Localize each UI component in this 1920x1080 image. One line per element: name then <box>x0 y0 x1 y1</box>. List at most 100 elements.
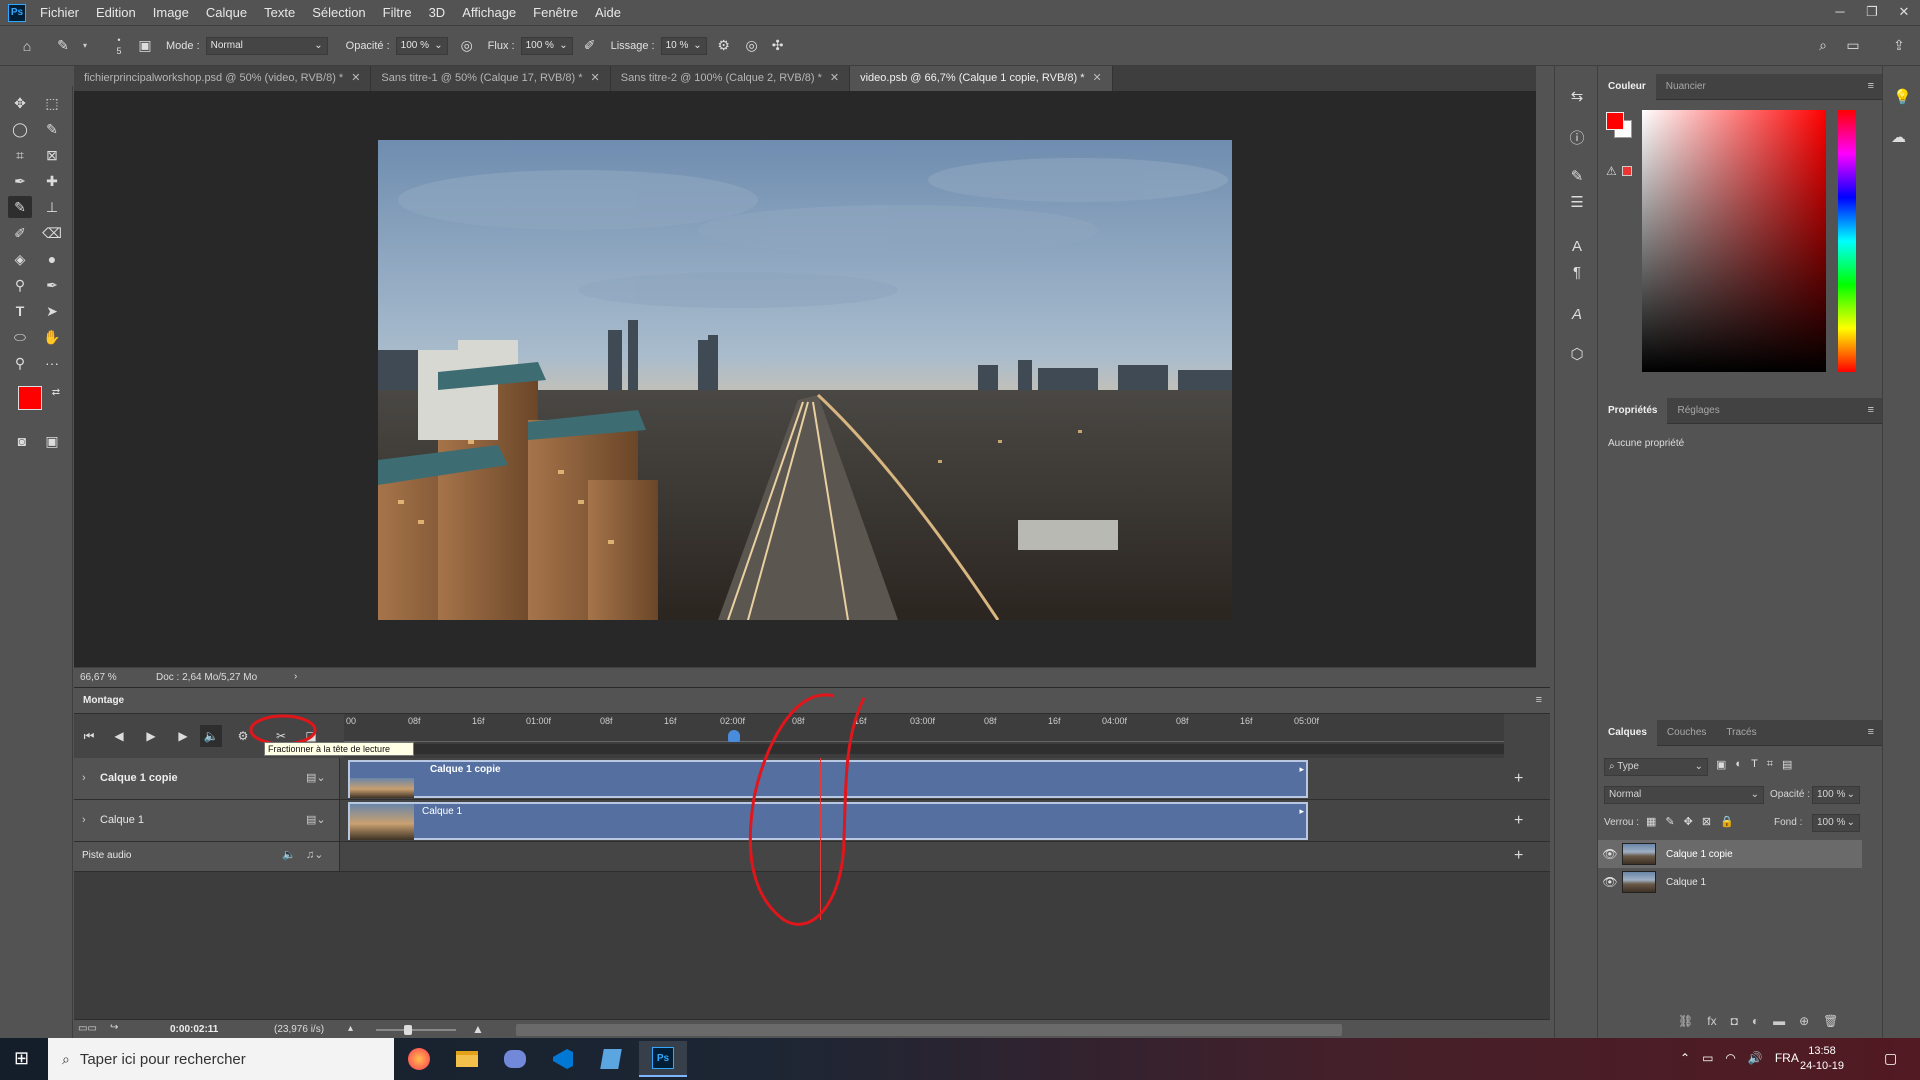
menu-fichier[interactable]: Fichier <box>40 5 79 20</box>
adjustment-layer-icon[interactable]: ◐ <box>1752 1014 1759 1028</box>
menu-filtre[interactable]: Filtre <box>383 5 412 20</box>
type-tool-icon[interactable]: T <box>8 300 32 322</box>
visibility-eye-icon[interactable]: 👁 <box>1598 875 1622 889</box>
stamp-tool-icon[interactable]: ⊥ <box>40 196 64 218</box>
work-area-bar[interactable] <box>344 744 1504 754</box>
gamut-swatch[interactable] <box>1622 166 1632 176</box>
color-field[interactable] <box>1642 110 1826 372</box>
firefox-icon[interactable] <box>395 1041 443 1077</box>
quick-mask-icon[interactable]: ◙ <box>10 430 34 452</box>
tab-proprietes[interactable]: Propriétés <box>1598 397 1668 424</box>
panel-menu-icon[interactable]: ≡ <box>1868 80 1874 92</box>
audio-icon[interactable]: 🔈 <box>200 725 222 747</box>
screen-mode-icon[interactable]: ▣ <box>40 430 64 452</box>
character-icon[interactable]: A <box>1566 236 1588 258</box>
chevron-down-icon[interactable]: ▾ <box>74 41 96 50</box>
pen-tool-icon[interactable]: ✒ <box>40 274 64 296</box>
add-mask-icon[interactable]: ◘ <box>1731 1014 1738 1028</box>
info-icon[interactable]: ⓘ <box>1566 128 1588 150</box>
history-icon[interactable]: ⇆ <box>1566 86 1588 108</box>
panel-menu-icon[interactable]: ≡ <box>1536 694 1542 706</box>
layer-row-calque-1[interactable]: 👁 Calque 1 <box>1598 868 1862 896</box>
status-menu-arrow[interactable]: › <box>294 671 297 682</box>
lock-all-icon[interactable]: 🔒 <box>1720 815 1734 828</box>
layer-filter-select[interactable]: ⌕ Type ⌄ <box>1604 758 1708 776</box>
canvas-area[interactable] <box>74 91 1536 667</box>
volume-icon[interactable]: 🔊 <box>1748 1051 1763 1065</box>
taskbar-search[interactable]: ⌕ Taper ici pour rechercher <box>48 1038 394 1080</box>
close-tab-icon[interactable]: ✕ <box>830 72 839 84</box>
lock-position-icon[interactable]: ✥ <box>1684 815 1693 828</box>
visibility-eye-icon[interactable]: 👁 <box>1598 847 1622 861</box>
tab-sans-titre-1[interactable]: Sans titre-1 @ 50% (Calque 17, RVB/8) * ✕ <box>371 66 611 91</box>
adjustment-filter-icon[interactable]: ◐ <box>1735 758 1742 771</box>
timeline-title[interactable]: Montage <box>83 695 124 706</box>
close-window-button[interactable]: ✕ <box>1888 0 1920 24</box>
gear-icon[interactable]: ⚙ <box>232 725 254 747</box>
menu-calque[interactable]: Calque <box>206 5 247 20</box>
tab-reglages[interactable]: Réglages <box>1667 398 1729 424</box>
pixel-filter-icon[interactable]: ▣ <box>1716 758 1726 771</box>
brush-preset-picker[interactable]: • 5 <box>104 35 134 57</box>
lock-pixels-icon[interactable]: ✎ <box>1665 815 1674 828</box>
zoom-slider[interactable] <box>376 1029 456 1031</box>
foreground-color-swatch[interactable] <box>18 386 42 410</box>
film-icon[interactable]: ▤⌄ <box>306 771 326 784</box>
canvas-image[interactable] <box>378 140 1232 620</box>
tab-couleur[interactable]: Couleur <box>1598 73 1656 100</box>
panel-menu-icon[interactable]: ≡ <box>1868 726 1874 738</box>
track-calque-1[interactable]: › Calque 1 ▤⌄ Calque 1 ▸ + <box>74 800 1550 842</box>
foreground-swatch[interactable] <box>1606 112 1624 130</box>
search-icon[interactable]: ⌕ <box>1812 37 1834 54</box>
expand-chevron-icon[interactable]: › <box>82 772 86 784</box>
opacity-field[interactable]: 100 % ⌄ <box>395 36 448 55</box>
paragraph-icon[interactable]: ¶ <box>1566 262 1588 284</box>
layer-row-calque-1-copie[interactable]: 👁 Calque 1 copie <box>1598 840 1862 868</box>
new-group-icon[interactable]: ▬ <box>1773 1014 1785 1028</box>
first-frame-icon[interactable]: ⏮ <box>78 725 100 747</box>
paint-bucket-icon[interactable]: ◈ <box>8 248 32 270</box>
play-icon[interactable]: ▶ <box>140 725 162 747</box>
lock-artboard-icon[interactable]: ⊠ <box>1702 815 1711 828</box>
battery-icon[interactable]: ▭ <box>1702 1051 1713 1065</box>
3d-icon[interactable]: ⬡ <box>1566 344 1588 366</box>
zoom-out-icon[interactable]: ▴ <box>348 1023 353 1034</box>
shape-filter-icon[interactable]: ⌗ <box>1767 758 1773 771</box>
menu-selection[interactable]: Sélection <box>312 5 365 20</box>
fill-field[interactable]: 100 % ⌄ <box>1812 814 1860 832</box>
panel-menu-icon[interactable]: ≡ <box>1868 404 1874 416</box>
adjustments-icon[interactable]: ☰ <box>1566 192 1588 214</box>
minimize-button[interactable]: ─ <box>1824 0 1856 24</box>
next-frame-icon[interactable]: ▶ <box>172 725 194 747</box>
music-note-icon[interactable]: ♫⌄ <box>306 848 323 861</box>
horizontal-scrollbar[interactable] <box>516 1024 1342 1036</box>
add-media-button[interactable]: + <box>1514 812 1523 830</box>
windows-start-icon[interactable]: ⊞ <box>14 1048 29 1069</box>
shape-tool-icon[interactable]: ⬭ <box>8 326 32 348</box>
language-indicator[interactable]: FRA <box>1775 1051 1799 1065</box>
move-tool-icon[interactable]: ✥ <box>8 92 32 114</box>
menu-image[interactable]: Image <box>153 5 189 20</box>
pressure-size-icon[interactable]: ◎ <box>741 37 763 54</box>
audio-track[interactable]: Piste audio 🔈 ♫⌄ + <box>74 842 1550 872</box>
workspace-icon[interactable]: ▭ <box>1842 37 1864 54</box>
lock-transparency-icon[interactable]: ▦ <box>1646 815 1656 828</box>
film-icon[interactable]: ▤⌄ <box>306 813 326 826</box>
tab-video-psb[interactable]: video.psb @ 66,7% (Calque 1 copie, RVB/8… <box>850 66 1113 91</box>
new-layer-icon[interactable]: ⊕ <box>1799 1014 1809 1028</box>
notifications-icon[interactable]: ▢ <box>1884 1050 1897 1067</box>
smart-filter-icon[interactable]: ▤ <box>1782 758 1792 771</box>
zoom-slider-thumb[interactable] <box>404 1025 412 1035</box>
brush-tool-icon[interactable]: ✎ <box>8 196 32 218</box>
marquee-tool-icon[interactable]: ⬚ <box>40 92 64 114</box>
blend-mode-select[interactable]: Normal ⌄ <box>1604 786 1764 804</box>
eraser-tool-icon[interactable]: ⌫ <box>40 222 64 244</box>
smoothing-field[interactable]: 10 % ⌄ <box>660 36 707 55</box>
flow-field[interactable]: 100 % ⌄ <box>520 36 573 55</box>
learn-icon[interactable]: 💡 <box>1893 88 1912 106</box>
frame-view-icon[interactable]: ▭▭ <box>78 1023 97 1034</box>
close-tab-icon[interactable]: ✕ <box>591 72 600 84</box>
brush-presets-icon[interactable]: ✎ <box>1566 166 1588 188</box>
lasso-tool-icon[interactable]: ◯ <box>8 118 32 140</box>
airbrush-icon[interactable]: ✐ <box>579 37 601 54</box>
